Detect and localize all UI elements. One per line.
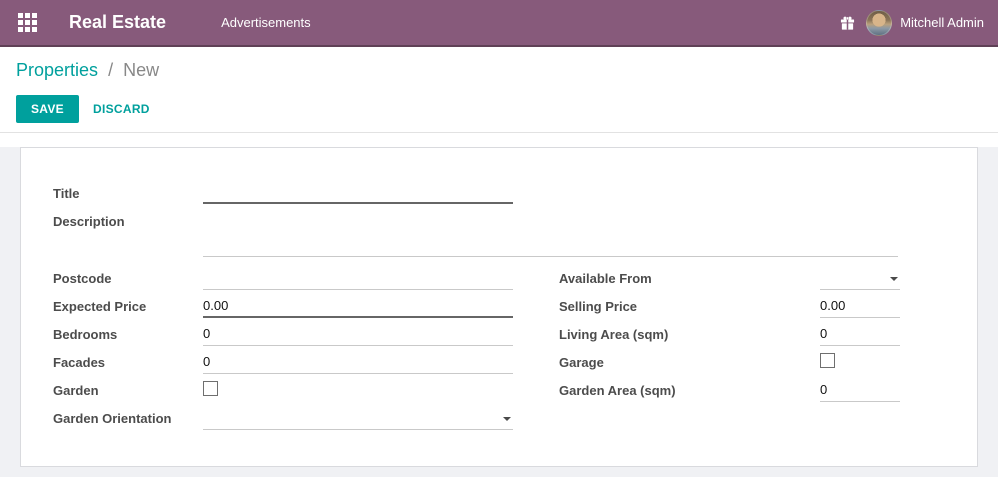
garden-area-field <box>820 381 900 401</box>
postcode-input[interactable] <box>203 270 513 290</box>
content-area: Title Description Postcode Expected Pric… <box>0 147 998 477</box>
field-label-garage: Garage <box>559 353 820 373</box>
garden-checkbox[interactable] <box>203 381 218 396</box>
gift-icon[interactable] <box>840 15 855 31</box>
facades-field <box>203 353 513 373</box>
living-area-field <box>820 325 900 345</box>
living-area-input[interactable] <box>820 326 900 346</box>
discard-button[interactable]: DISCARD <box>81 96 162 122</box>
bedrooms-input[interactable] <box>203 326 513 346</box>
available-from-input[interactable] <box>820 270 900 290</box>
bedrooms-field <box>203 325 513 345</box>
field-label-bedrooms: Bedrooms <box>53 325 203 345</box>
facades-input[interactable] <box>203 354 513 374</box>
field-label-selling-price: Selling Price <box>559 297 820 317</box>
field-row-selling-price: Selling Price <box>559 297 900 317</box>
user-name: Mitchell Admin <box>900 15 984 30</box>
field-row-garage: Garage <box>559 353 900 373</box>
field-label-expected-price: Expected Price <box>53 297 203 317</box>
garden-orientation-select[interactable] <box>203 410 513 430</box>
caret-down-icon <box>890 277 898 281</box>
field-label-garden: Garden <box>53 381 203 401</box>
expected-price-field <box>203 297 513 317</box>
expected-price-input[interactable] <box>203 298 513 318</box>
garage-checkbox[interactable] <box>820 353 835 368</box>
caret-down-icon <box>503 417 511 421</box>
apps-menu-button[interactable] <box>16 11 39 34</box>
field-row-expected-price: Expected Price <box>53 297 513 317</box>
field-label-available-from: Available From <box>559 269 820 289</box>
topbar-right: Mitchell Admin <box>840 10 998 36</box>
title-input[interactable] <box>203 184 513 204</box>
selling-price-input[interactable] <box>820 298 900 318</box>
breadcrumb: Properties / New <box>16 58 982 82</box>
breadcrumb-properties[interactable]: Properties <box>16 60 98 80</box>
breadcrumb-separator: / <box>108 60 113 80</box>
garden-field <box>203 381 513 401</box>
garden-orientation-field <box>203 409 513 429</box>
field-row-facades: Facades <box>53 353 513 373</box>
save-button[interactable]: SAVE <box>16 95 79 123</box>
description-input[interactable] <box>203 212 898 257</box>
apps-grid-icon <box>18 13 37 32</box>
field-row-title: Title <box>53 184 945 205</box>
form-column-left: Postcode Expected Price Bedrooms <box>53 269 513 437</box>
top-menu: Advertisements <box>221 14 311 32</box>
available-from-field <box>820 269 900 289</box>
field-row-living-area: Living Area (sqm) <box>559 325 900 345</box>
field-row-description: Description <box>53 212 945 257</box>
garage-field <box>820 353 900 373</box>
field-label-postcode: Postcode <box>53 269 203 289</box>
field-label-garden-area: Garden Area (sqm) <box>559 381 820 401</box>
form-grid: Postcode Expected Price Bedrooms <box>53 269 945 437</box>
app-name[interactable]: Real Estate <box>69 12 166 33</box>
field-row-available-from: Available From <box>559 269 900 289</box>
field-row-postcode: Postcode <box>53 269 513 289</box>
field-label-facades: Facades <box>53 353 203 373</box>
field-row-garden-orientation: Garden Orientation <box>53 409 513 429</box>
field-row-garden: Garden <box>53 381 513 401</box>
action-buttons: SAVE DISCARD <box>16 95 982 123</box>
field-label-title: Title <box>53 184 203 205</box>
control-panel: Properties / New SAVE DISCARD <box>0 47 998 133</box>
selling-price-field <box>820 297 900 317</box>
field-label-garden-orientation: Garden Orientation <box>53 409 203 429</box>
top-navbar: Real Estate Advertisements Mitchell Admi… <box>0 0 998 47</box>
garden-area-input[interactable] <box>820 382 900 402</box>
avatar <box>866 10 892 36</box>
field-label-description: Description <box>53 212 203 257</box>
field-row-garden-area: Garden Area (sqm) <box>559 381 900 401</box>
form-column-right: Available From Selling Price Living Area… <box>559 269 900 437</box>
postcode-field <box>203 269 513 289</box>
menu-item-advertisements[interactable]: Advertisements <box>221 15 311 30</box>
user-menu[interactable]: Mitchell Admin <box>866 10 984 36</box>
field-label-living-area: Living Area (sqm) <box>559 325 820 345</box>
form-sheet: Title Description Postcode Expected Pric… <box>20 147 978 467</box>
breadcrumb-current: New <box>123 60 159 80</box>
field-row-bedrooms: Bedrooms <box>53 325 513 345</box>
